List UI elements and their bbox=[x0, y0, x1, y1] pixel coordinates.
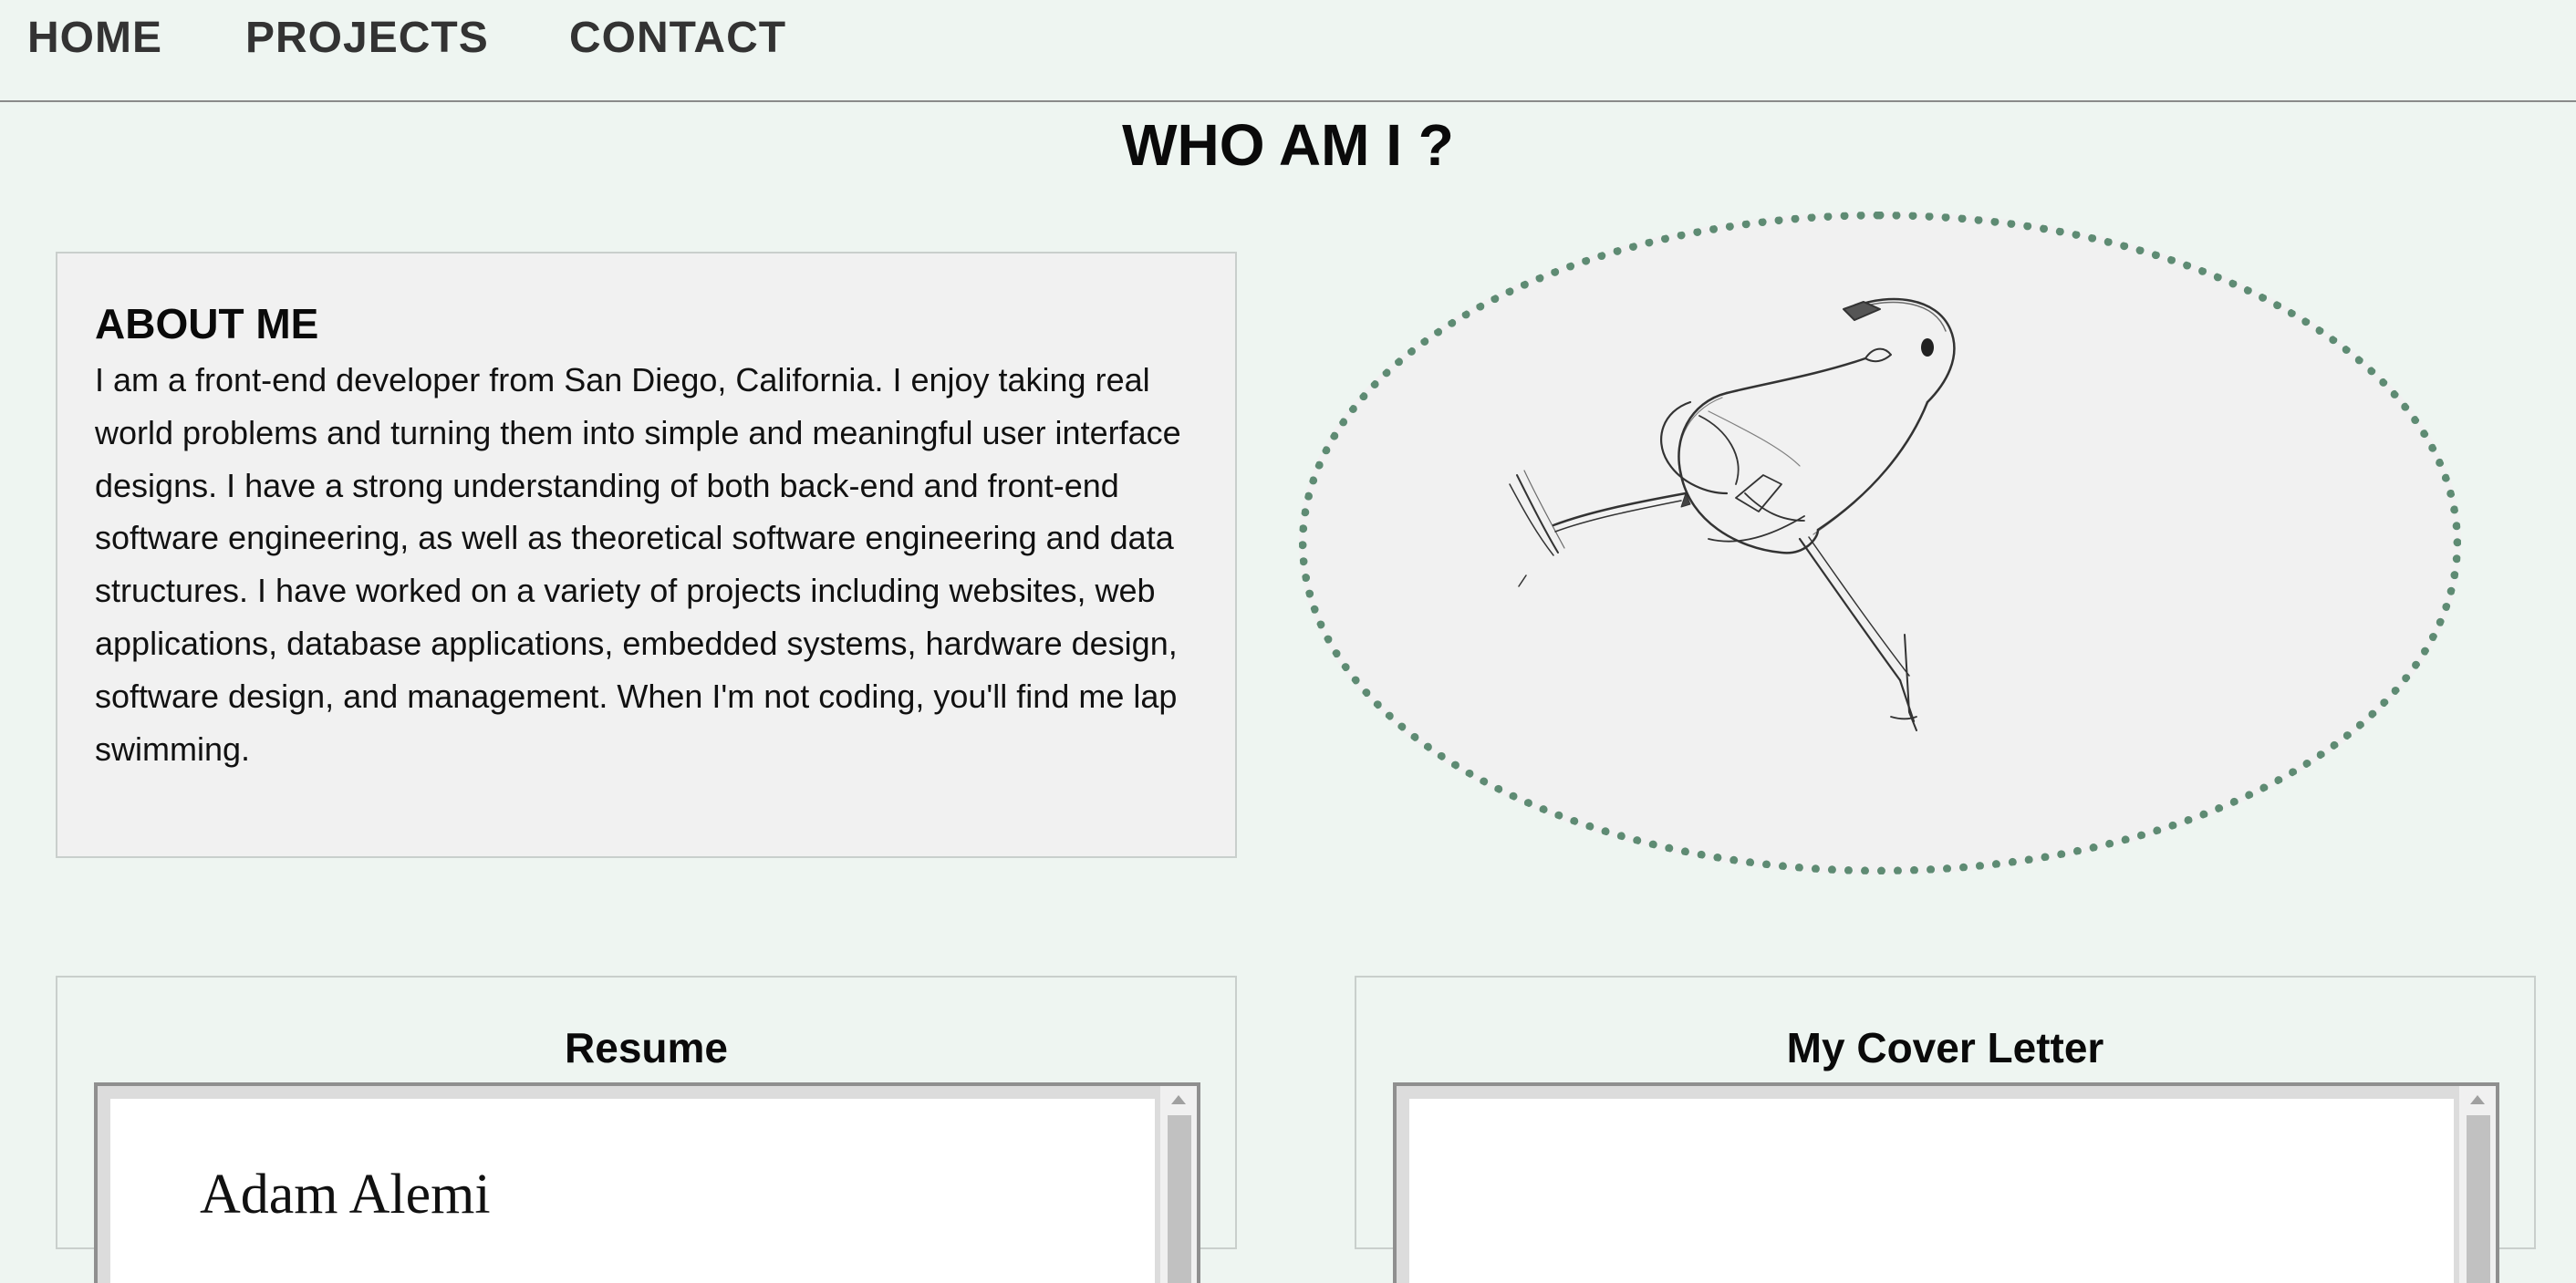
top-nav: HOME PROJECTS CONTACT bbox=[0, 0, 2576, 102]
nav-projects-link[interactable]: PROJECTS bbox=[245, 13, 489, 63]
page-title: WHO AM I ? bbox=[1122, 112, 1454, 178]
bird-sketch-icon bbox=[1509, 297, 1956, 731]
scrollbar-thumb[interactable] bbox=[2467, 1115, 2490, 1283]
resume-title: Resume bbox=[565, 1024, 728, 1071]
cover-letter-panel: My Cover Letter bbox=[1355, 976, 2536, 1283]
cover-letter-scrollbar[interactable] bbox=[2459, 1086, 2496, 1283]
resume-panel: Resume Adam Alemi bbox=[56, 976, 1237, 1283]
cover-letter-document-page bbox=[1409, 1099, 2454, 1283]
nav-contact-link[interactable]: CONTACT bbox=[569, 13, 786, 63]
about-me-panel: ABOUT ME I am a front-end developer from… bbox=[56, 252, 1237, 858]
cover-letter-title: My Cover Letter bbox=[1786, 1024, 2104, 1071]
resume-document-name: Adam Alemi bbox=[200, 1164, 491, 1226]
portrait-frame bbox=[1299, 212, 2461, 874]
scrollbar-thumb[interactable] bbox=[1168, 1115, 1191, 1283]
resume-scrollbar[interactable] bbox=[1160, 1086, 1197, 1283]
about-me-text: I am a front-end developer from San Dieg… bbox=[95, 361, 1181, 768]
about-me-heading: ABOUT ME bbox=[95, 300, 319, 347]
cover-letter-viewer[interactable] bbox=[1393, 1082, 2499, 1283]
scroll-up-icon[interactable] bbox=[2470, 1095, 2485, 1104]
nav-home-link[interactable]: HOME bbox=[27, 13, 162, 63]
resume-document-page: Adam Alemi bbox=[110, 1099, 1155, 1283]
scroll-up-icon[interactable] bbox=[1171, 1095, 1186, 1104]
resume-viewer[interactable]: Adam Alemi bbox=[94, 1082, 1200, 1283]
